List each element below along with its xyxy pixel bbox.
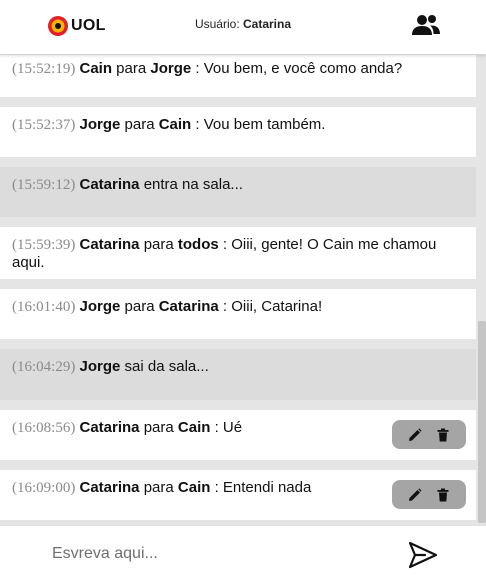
message-item: (15:52:19) Cain para Jorge : Vou bem, e …	[0, 55, 476, 97]
message-sender: Jorge	[79, 298, 121, 315]
message-actions	[392, 480, 466, 509]
message-connector: para	[139, 479, 178, 496]
message-sender: Jorge	[79, 116, 121, 133]
message-text: : Vou bem também.	[191, 116, 326, 133]
message-item: (15:59:39) Catarina para todos : Oiii, g…	[0, 227, 476, 279]
message-feed[interactable]: (15:52:19) Cain para Jorge : Vou bem, e …	[0, 55, 476, 525]
message-recipient: Catarina	[158, 298, 219, 315]
top-bar: UOL Usuário: Catarina	[0, 0, 486, 55]
message-time: (16:04:29)	[12, 359, 76, 375]
message-text: : Vou bem, e você como anda?	[191, 60, 403, 77]
message-text: : Oiii, gente! O Cain me chamou aqui.	[12, 236, 437, 271]
pencil-icon[interactable]	[408, 487, 422, 502]
message-sender: Cain	[79, 60, 113, 77]
message-item: (16:08:56) Catarina para Cain : Ué	[0, 410, 476, 460]
status-message-item: (16:04:29) Jorge sai da sala...	[0, 349, 476, 400]
message-item: (15:52:37) Jorge para Cain : Vou bem tam…	[0, 107, 476, 157]
message-time: (16:08:56)	[12, 420, 76, 436]
user-name: Catarina	[243, 17, 292, 31]
message-time: (15:59:12)	[12, 177, 76, 193]
message-connector: para	[120, 298, 159, 315]
message-connector: para	[120, 116, 159, 133]
message-time: (16:01:40)	[12, 299, 76, 315]
message-recipient: todos	[177, 236, 219, 253]
user-prefix: Usuário:	[194, 17, 240, 31]
people-icon[interactable]	[412, 13, 440, 37]
message-item: (16:01:40) Jorge para Catarina : Oiii, C…	[0, 289, 476, 339]
message-sender: Jorge	[79, 358, 121, 375]
message-time: (16:09:00)	[12, 480, 76, 496]
message-connector: para	[139, 419, 178, 436]
pencil-icon[interactable]	[408, 427, 422, 442]
message-time: (15:59:39)	[12, 237, 76, 253]
message-connector: para	[139, 236, 178, 253]
message-text: : Ué	[210, 419, 243, 436]
message-sender: Catarina	[79, 419, 140, 436]
scrollbar[interactable]	[476, 55, 486, 525]
composer-bar	[0, 525, 486, 579]
message-input[interactable]	[52, 543, 382, 565]
status-message-item: (15:59:12) Catarina entra na sala...	[0, 167, 476, 217]
message-connector: para	[112, 60, 151, 77]
message-time: (15:52:37)	[12, 117, 76, 133]
message-text: sai da sala...	[120, 358, 209, 375]
trash-icon[interactable]	[436, 428, 450, 442]
message-text: : Oiii, Catarina!	[218, 298, 323, 315]
message-sender: Catarina	[79, 176, 140, 193]
message-recipient: Jorge	[150, 60, 192, 77]
message-text: : Entendi nada	[210, 479, 312, 496]
message-recipient: Cain	[177, 479, 211, 496]
message-sender: Catarina	[79, 236, 140, 253]
message-sender: Catarina	[79, 479, 140, 496]
message-actions	[392, 420, 466, 449]
message-recipient: Cain	[177, 419, 211, 436]
trash-icon[interactable]	[436, 488, 450, 502]
message-text: entra na sala...	[139, 176, 243, 193]
message-recipient: Cain	[158, 116, 192, 133]
message-time: (15:52:19)	[12, 61, 76, 77]
paper-plane-icon[interactable]	[408, 541, 438, 569]
message-item: (16:09:00) Catarina para Cain : Entendi …	[0, 470, 476, 520]
scrollbar-thumb[interactable]	[478, 321, 486, 523]
